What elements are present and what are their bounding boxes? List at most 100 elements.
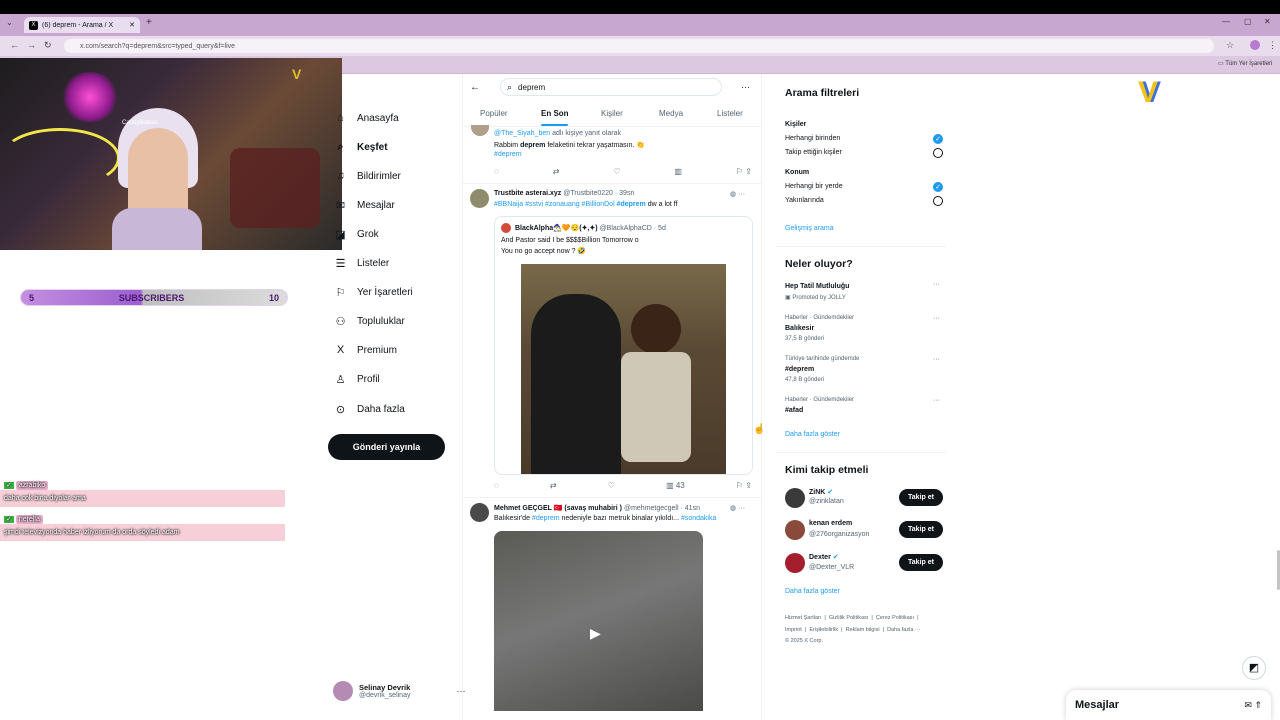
- reply-context: @The_Siyah_ben adlı kişiye yanıt olarak: [494, 130, 621, 137]
- nav-item-messages[interactable]: ✉ Mesajlar: [334, 199, 395, 212]
- more-dots-icon[interactable]: ···: [933, 397, 940, 404]
- trend-context: Türkiye tarihinde gündemde: [785, 356, 860, 362]
- nav-item-lists[interactable]: ☰ Listeler: [334, 257, 390, 270]
- grok-icon[interactable]: ◍ ···: [730, 504, 745, 512]
- chat-username: ✓ azrabiko: [4, 481, 49, 490]
- bookmark-folder[interactable]: ▭ Tüm Yer İşaretleri: [1218, 60, 1272, 67]
- avatar[interactable]: [785, 488, 805, 508]
- radio-anyone-selected[interactable]: ✓: [933, 134, 943, 144]
- trends-show-more[interactable]: Daha fazla göster: [785, 431, 840, 438]
- nav-item-notifications[interactable]: ♫ Bildirimler: [334, 170, 401, 182]
- profile-avatar[interactable]: [1250, 40, 1260, 50]
- nav-item-explore[interactable]: ⌕ Keşfet: [334, 141, 387, 154]
- chat-message: şimdi televizyonda haber izliyorum da or…: [4, 529, 180, 536]
- more-dots-icon[interactable]: ···: [933, 356, 940, 363]
- nav-item-profile[interactable]: ♙ Profil: [334, 373, 380, 386]
- tab-list-icon[interactable]: ⌄: [6, 18, 13, 27]
- play-icon[interactable]: ▶: [590, 625, 601, 642]
- views-count[interactable]: ▥ 43: [666, 481, 685, 490]
- more-dots-icon[interactable]: ···: [933, 281, 940, 288]
- tab-latest[interactable]: En Son: [541, 109, 569, 118]
- follow-button[interactable]: Takip et: [899, 489, 943, 506]
- views-icon[interactable]: ▥: [674, 167, 682, 176]
- nav-item-grok[interactable]: ◪ Grok: [334, 228, 378, 241]
- follow-handle: @zinklatan: [809, 498, 844, 505]
- post-button[interactable]: Gönderi yayınla: [328, 434, 445, 460]
- bookmark-share-icons[interactable]: ⚐ ⇪: [736, 481, 752, 490]
- maximize-icon[interactable]: ▢: [1244, 17, 1252, 26]
- trend-name[interactable]: #deprem: [785, 366, 814, 373]
- follow-show-more[interactable]: Daha fazla göster: [785, 588, 840, 595]
- nav-item-communities[interactable]: ⚇ Topluluklar: [334, 315, 405, 328]
- tweet-actions: ◌ ⇄ ♡ ▥ 43 ⚐ ⇪: [494, 481, 752, 490]
- reply-icon[interactable]: ◌: [494, 481, 499, 490]
- reply-icon[interactable]: ◌: [494, 167, 499, 176]
- nav-item-bookmarks[interactable]: ⚐ Yer İşaretleri: [334, 286, 413, 299]
- bell-icon: ♫: [336, 170, 345, 182]
- meme-image[interactable]: [521, 264, 726, 474]
- reload-icon[interactable]: ↻: [44, 40, 60, 50]
- led-strip: [0, 128, 120, 188]
- retweet-icon[interactable]: ⇄: [553, 167, 560, 176]
- radio-following[interactable]: [933, 148, 943, 158]
- tab-people[interactable]: Kişiler: [601, 109, 623, 118]
- avatar[interactable]: [471, 125, 489, 136]
- url-input[interactable]: x.com/search?q=deprem&src=typed_query&f=…: [64, 39, 1214, 53]
- filter-option-label: Yakınlarında: [785, 197, 824, 204]
- grok-chat-icon[interactable]: ◩: [1242, 656, 1266, 680]
- nav-item-premium[interactable]: X Premium: [334, 344, 397, 356]
- bookmark-share-icons[interactable]: ⚐ ⇪: [736, 167, 752, 176]
- minimize-icon[interactable]: —: [1222, 17, 1230, 26]
- location-filter-title: Konum: [785, 169, 810, 176]
- trend-name[interactable]: Balıkesir: [785, 325, 814, 332]
- forward-icon[interactable]: →: [27, 40, 44, 50]
- advanced-search-link[interactable]: Gelişmiş arama: [785, 225, 834, 232]
- search-input[interactable]: ⌕ deprem: [500, 78, 722, 96]
- radio-near-you[interactable]: [933, 196, 943, 206]
- avatar[interactable]: [470, 503, 489, 522]
- account-switcher[interactable]: Selinay Devrik @devrik_selinay ···: [333, 681, 465, 701]
- trend-name[interactable]: #afad: [785, 407, 803, 414]
- radio-anywhere-selected[interactable]: ✓: [933, 182, 943, 192]
- nav-item-home[interactable]: ⌂ Anasayfa: [334, 112, 399, 124]
- like-icon[interactable]: ♡: [608, 481, 615, 490]
- star-icon[interactable]: ☆: [1226, 40, 1234, 51]
- child-shirt: [621, 352, 691, 462]
- compose-expand-icons[interactable]: ✉ ⇑: [1244, 700, 1262, 711]
- more-dots-icon[interactable]: ···: [741, 82, 750, 92]
- people-filter-title: Kişiler: [785, 121, 807, 128]
- divider: [463, 183, 761, 184]
- back-arrow-icon[interactable]: ←: [470, 82, 480, 93]
- menu-icon[interactable]: ⋮: [1268, 40, 1277, 51]
- tweet-text: Balıkesir'de #deprem nedeniyle bazı metr…: [494, 515, 717, 522]
- grok-icon[interactable]: ◍ ···: [730, 190, 745, 198]
- avatar[interactable]: [470, 189, 489, 208]
- new-tab-icon[interactable]: +: [146, 17, 152, 28]
- hashtag-link[interactable]: #deprem: [494, 151, 522, 158]
- more-dots-icon[interactable]: ···: [456, 686, 465, 696]
- footer-links[interactable]: Hizmet Şartları | Gizlilik Politikası | …: [785, 615, 919, 621]
- follow-button[interactable]: Takip et: [899, 521, 943, 538]
- close-window-icon[interactable]: ✕: [1264, 17, 1271, 26]
- nav-item-more[interactable]: ⊙ Daha fazla: [334, 403, 405, 416]
- video-player[interactable]: ▶: [494, 531, 703, 711]
- follow-button[interactable]: Takip et: [899, 554, 943, 571]
- back-icon[interactable]: ←: [10, 40, 27, 50]
- list-icon: ☰: [335, 258, 346, 270]
- retweet-icon[interactable]: ⇄: [550, 481, 557, 490]
- trend-name[interactable]: Hep Tatil Mutluluğu: [785, 283, 849, 290]
- footer-links[interactable]: Imprint | Erişilebilirlik | Reklam bilgi…: [785, 627, 920, 633]
- browser-tab[interactable]: X (6) deprem - Arama / X ✕: [24, 17, 140, 33]
- avatar[interactable]: [785, 520, 805, 540]
- avatar[interactable]: [785, 553, 805, 573]
- trend-context: Haberler · Gündemdekiler: [785, 397, 855, 403]
- more-dots-icon[interactable]: ···: [933, 315, 940, 322]
- tab-media[interactable]: Medya: [659, 109, 683, 118]
- close-tab-icon[interactable]: ✕: [129, 21, 135, 29]
- tab-lists[interactable]: Listeler: [717, 109, 743, 118]
- tab-popular[interactable]: Popüler: [480, 109, 508, 118]
- trend-count: 37,5 B gönderi: [785, 336, 825, 342]
- like-icon[interactable]: ♡: [613, 167, 620, 176]
- nav-buttons[interactable]: ←→↻: [10, 40, 60, 51]
- messages-drawer[interactable]: Mesajlar ✉ ⇑: [1066, 690, 1271, 720]
